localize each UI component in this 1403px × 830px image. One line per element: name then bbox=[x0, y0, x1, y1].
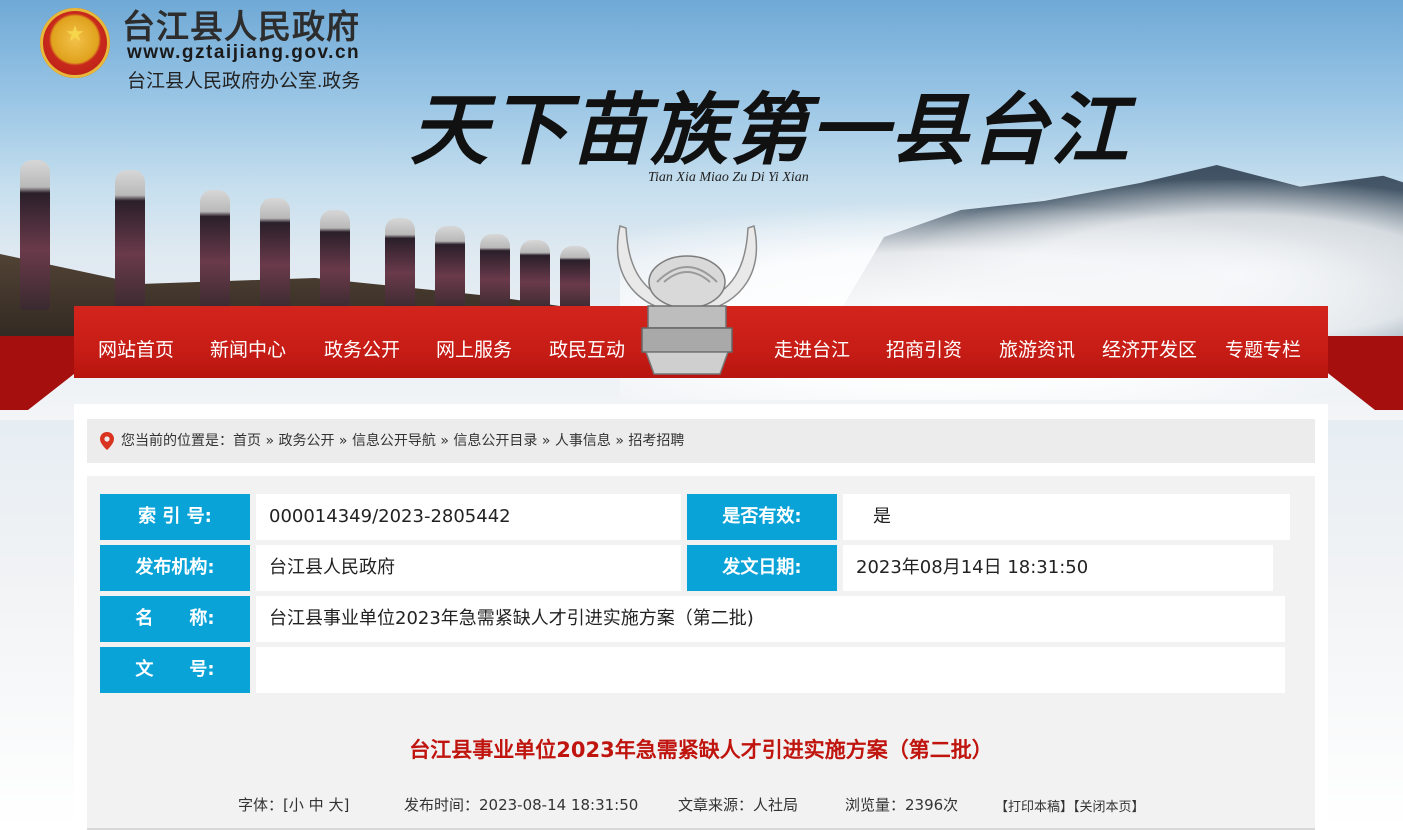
breadcrumb-item-info-catalog[interactable]: 信息公开目录 bbox=[453, 419, 537, 463]
article-title: 台江县事业单位2023年急需紧缺人才引进实施方案（第二批） bbox=[409, 738, 993, 762]
index-number-value: 000014349/2023-2805442 bbox=[256, 494, 681, 540]
font-size-bracket: ] bbox=[343, 796, 350, 814]
dancer-figure bbox=[260, 198, 290, 310]
breadcrumb-item-info-nav[interactable]: 信息公开导航 bbox=[352, 419, 436, 463]
validity-label: 是否有效: bbox=[687, 494, 837, 540]
breadcrumb-separator: » bbox=[610, 433, 629, 449]
publisher-label: 发布机构: bbox=[100, 545, 250, 591]
breadcrumb-separator: » bbox=[334, 433, 352, 449]
dancer-figure bbox=[385, 218, 415, 310]
nav-item-investment[interactable]: 招商引资 bbox=[886, 335, 962, 362]
doc-name-value: 台江县事业单位2023年急需紧缺人才引进实施方案（第二批) bbox=[256, 596, 1285, 642]
dancer-figure bbox=[480, 234, 510, 310]
validity-value: 是 bbox=[843, 494, 1290, 540]
breadcrumb-separator: » bbox=[435, 433, 454, 449]
content-panel: 您当前的位置是：首页 » 政务公开 » 信息公开导航 » 信息公开目录 » 人事… bbox=[74, 404, 1328, 830]
index-number-label: 索 引 号: bbox=[100, 494, 250, 540]
site-title[interactable]: 台江县人民政府 bbox=[122, 0, 360, 48]
nav-item-news[interactable]: 新闻中心 bbox=[210, 335, 286, 362]
breadcrumb-item-recruitment[interactable]: 招考招聘 bbox=[628, 419, 684, 463]
meta-row-index: 索 引 号: 000014349/2023-2805442 是否有效: 是 bbox=[100, 494, 1290, 540]
site-url: www.gztaijiang.gov.cn bbox=[127, 42, 361, 63]
breadcrumb-prefix: 您当前的位置是： bbox=[121, 433, 233, 449]
meta-row-org: 发布机构: 台江县人民政府 发文日期: 2023年08月14日 18:31:50 bbox=[100, 545, 1273, 591]
meta-row-name: 名 称: 台江县事业单位2023年急需紧缺人才引进实施方案（第二批) bbox=[100, 596, 1285, 642]
nav-item-special-topics[interactable]: 专题专栏 bbox=[1225, 335, 1301, 362]
doc-name-label: 名 称: bbox=[100, 596, 250, 642]
nav-item-about-taijiang[interactable]: 走进台江 bbox=[774, 335, 850, 362]
dancer-figure bbox=[320, 210, 350, 310]
publisher-value: 台江县人民政府 bbox=[256, 545, 681, 591]
font-size-label: 字体：[ bbox=[238, 796, 289, 814]
font-large-button[interactable]: 大 bbox=[328, 796, 343, 814]
nav-item-tourism[interactable]: 旅游资讯 bbox=[999, 335, 1075, 362]
slogan-pinyin: Tian Xia Miao Zu Di Yi Xian bbox=[648, 170, 809, 185]
nav-ribbon-right bbox=[1323, 336, 1403, 410]
doc-number-value bbox=[256, 647, 1285, 693]
close-page-button[interactable]: 【关闭本页】 bbox=[1073, 800, 1145, 815]
nav-item-dev-zone[interactable]: 经济开发区 bbox=[1102, 335, 1197, 362]
font-small-button[interactable]: 小 bbox=[289, 796, 304, 814]
silver-headdress-emblem bbox=[616, 225, 758, 375]
meta-row-docno: 文 号: bbox=[100, 647, 1285, 693]
nav-item-gov-affairs[interactable]: 政务公开 bbox=[324, 335, 400, 362]
star-icon: ★ bbox=[65, 22, 85, 47]
article-source: 文章来源：人社局 bbox=[678, 796, 799, 814]
site-office: 台江县人民政府办公室.政务 bbox=[127, 71, 361, 92]
doc-number-label: 文 号: bbox=[100, 647, 250, 693]
national-emblem-logo[interactable]: ★ bbox=[40, 8, 110, 78]
dancer-figure bbox=[20, 160, 50, 310]
publish-time: 发布时间：2023-08-14 18:31:50 bbox=[404, 796, 639, 814]
issue-date-label: 发文日期: bbox=[687, 545, 837, 591]
slogan-calligraphy: 天下苗族第一县台江 bbox=[410, 85, 1131, 176]
dancer-figure bbox=[435, 226, 465, 310]
breadcrumb: 您当前的位置是：首页 » 政务公开 » 信息公开导航 » 信息公开目录 » 人事… bbox=[87, 419, 1315, 463]
breadcrumb-item-home[interactable]: 首页 bbox=[233, 419, 261, 463]
dancer-figure bbox=[115, 170, 145, 310]
breadcrumb-separator: » bbox=[537, 433, 555, 449]
print-button[interactable]: 【打印本稿】 bbox=[995, 800, 1073, 815]
nav-ribbon-left bbox=[0, 336, 80, 410]
breadcrumb-item-gov-affairs[interactable]: 政务公开 bbox=[278, 419, 334, 463]
view-count: 浏览量：2396次 bbox=[845, 796, 959, 814]
location-pin-icon bbox=[100, 432, 114, 450]
font-medium-button[interactable]: 中 bbox=[309, 796, 324, 814]
breadcrumb-separator: » bbox=[261, 433, 279, 449]
document-info-panel: 索 引 号: 000014349/2023-2805442 是否有效: 是 发布… bbox=[87, 476, 1315, 830]
font-size-control: 字体：[小 中 大] bbox=[238, 794, 349, 815]
nav-item-online-service[interactable]: 网上服务 bbox=[436, 335, 512, 362]
breadcrumb-item-personnel[interactable]: 人事信息 bbox=[555, 419, 611, 463]
issue-date-value: 2023年08月14日 18:31:50 bbox=[843, 545, 1273, 591]
dancer-figure bbox=[200, 190, 230, 310]
nav-item-home[interactable]: 网站首页 bbox=[98, 335, 174, 362]
